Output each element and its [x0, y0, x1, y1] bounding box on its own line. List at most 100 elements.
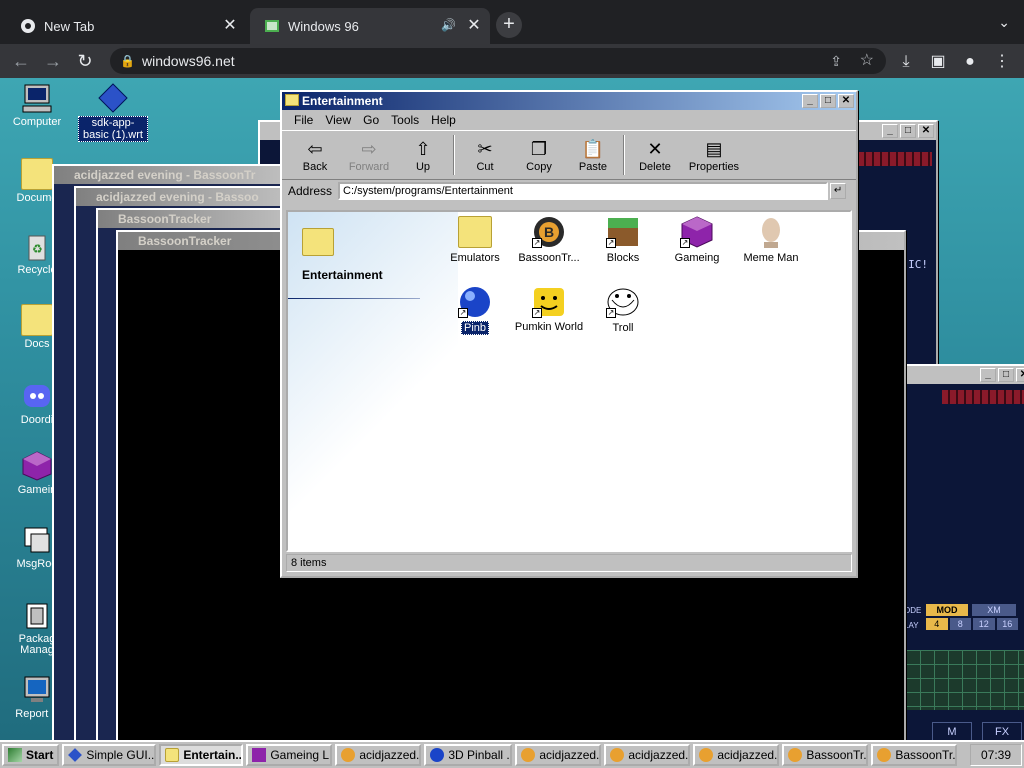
purple-cube-icon: ↗ — [680, 216, 714, 248]
back-arrow-icon[interactable]: ← — [10, 50, 32, 72]
menu-tools[interactable]: Tools — [385, 113, 425, 127]
windows96-logo-icon — [8, 748, 22, 762]
copy-button[interactable]: ❐ Copy — [512, 137, 566, 173]
taskbar-item-bassoontracker-1[interactable]: BassoonTr... — [782, 744, 869, 766]
folder-icon — [302, 228, 334, 256]
minimize-button[interactable]: _ — [802, 94, 818, 108]
taskbar-item-acidjazzed-1[interactable]: acidjazzed... — [335, 744, 422, 766]
back-button[interactable]: ⇦ Back — [288, 137, 342, 173]
taskbar-item-acidjazzed-4[interactable]: acidjazzed... — [693, 744, 780, 766]
minimize-button[interactable]: _ — [980, 368, 996, 382]
address-bar[interactable]: 🔒 windows96.net ⇪ ☆ — [110, 48, 886, 74]
profile-icon[interactable]: ● — [960, 52, 980, 72]
bassoon-icon — [877, 748, 892, 762]
item-gameing[interactable]: ↗ Gameing — [662, 216, 732, 264]
maximize-button[interactable]: □ — [820, 94, 836, 108]
item-emulators[interactable]: Emulators — [440, 216, 510, 264]
forward-button[interactable]: ⇨ Forward — [342, 137, 396, 173]
chevron-down-icon[interactable]: ⌄ — [998, 14, 1010, 31]
delete-button[interactable]: ✕ Delete — [628, 137, 682, 173]
forward-arrow-icon[interactable]: → — [42, 50, 64, 72]
address-input[interactable]: C:/system/programs/Entertainment — [338, 182, 829, 200]
new-tab-button[interactable]: + — [496, 12, 522, 38]
up-button[interactable]: ⇧ Up — [396, 137, 450, 173]
trollface-icon: ↗ — [606, 286, 640, 318]
folder-info-pane: Entertainment — [288, 212, 458, 550]
tab-new-tab[interactable]: New Tab ✕ — [6, 8, 246, 44]
windows96-favicon — [264, 18, 280, 34]
close-button[interactable]: ✕ — [1016, 368, 1024, 382]
explorer-window[interactable]: Entertainment _ □ ✕ File View Go Tools H… — [280, 90, 858, 578]
share-icon[interactable]: ⇪ — [830, 48, 842, 74]
item-pinball[interactable]: ↗ Pinb — [440, 286, 510, 335]
reload-icon[interactable]: ↻ — [74, 50, 96, 72]
taskbar-clock: 07:39 — [970, 744, 1022, 766]
close-button[interactable]: ✕ — [918, 124, 934, 138]
menu-file[interactable]: File — [288, 113, 319, 127]
paste-button[interactable]: 📋 Paste — [566, 137, 620, 173]
package-icon — [21, 600, 53, 632]
chrome-icon — [20, 18, 36, 34]
computer-icon — [21, 82, 53, 114]
browser-toolbar: ← → ↻ 🔒 windows96.net ⇪ ☆ ⤓ ▣ ● ⋮ — [0, 44, 1024, 78]
explorer-content: Entertainment Emulators B ↗ BassoonTr... … — [286, 210, 852, 552]
vu-meter — [942, 390, 1024, 404]
start-button[interactable]: Start — [2, 744, 60, 766]
taskbar-item-3d-pinball[interactable]: 3D Pinball ... — [424, 744, 513, 766]
channel-count-row: 4 8 12 16 — [926, 618, 1018, 630]
tab-windows96[interactable]: Windows 96 🔊 ✕ — [250, 8, 490, 44]
desktop-icon-computer[interactable]: Computer — [2, 82, 72, 128]
bassoon-icon — [788, 748, 803, 762]
cut-button[interactable]: ✂ Cut — [458, 137, 512, 173]
taskbar-item-entertainment[interactable]: Entertain... — [159, 744, 244, 766]
folder-icon — [458, 216, 492, 248]
speaker-icon[interactable]: 🔊 — [441, 18, 456, 32]
lock-icon: 🔒 — [120, 54, 135, 68]
item-troll[interactable]: ↗ Troll — [588, 286, 658, 334]
explorer-menubar: File View Go Tools Help — [282, 110, 856, 130]
monitor-icon — [21, 674, 53, 706]
bassoon-tracker-window-right[interactable]: _ □ ✕ ODE MOD XM LAY 4 8 12 16 M FX — [900, 364, 1024, 740]
url-text: windows96.net — [142, 53, 235, 69]
grass-block-icon: ↗ — [606, 216, 640, 248]
bassoon-icon: B ↗ — [532, 216, 566, 248]
menu-help[interactable]: Help — [425, 113, 462, 127]
svg-text:♻: ♻ — [32, 242, 43, 256]
bassoon-icon — [341, 748, 356, 762]
sidepanel-icon[interactable]: ▣ — [928, 52, 948, 72]
taskbar-item-simple-gui[interactable]: Simple GUI... — [62, 744, 157, 766]
back-arrow-icon: ⇦ — [307, 139, 323, 159]
explorer-toolbar: ⇦ Back ⇨ Forward ⇧ Up ✂ Cut ❐ Copy 📋 Paste ✕ De… — [282, 130, 856, 180]
bassoon-icon — [610, 748, 625, 762]
maximize-button[interactable]: □ — [900, 124, 916, 138]
close-tab-icon[interactable]: ✕ — [466, 18, 482, 34]
close-tab-icon[interactable]: ✕ — [222, 18, 238, 34]
taskbar-item-acidjazzed-3[interactable]: acidjazzed... — [604, 744, 691, 766]
item-bassoontracker[interactable]: B ↗ BassoonTr... — [514, 216, 584, 264]
folder-icon — [165, 748, 180, 762]
minimize-button[interactable]: _ — [882, 124, 898, 138]
download-icon[interactable]: ⤓ — [896, 52, 916, 72]
menu-view[interactable]: View — [319, 113, 357, 127]
properties-button[interactable]: ▤ Properties — [682, 137, 746, 173]
item-blocks[interactable]: ↗ Blocks — [588, 216, 658, 264]
forward-arrow-icon: ⇨ — [361, 139, 377, 159]
maximize-button[interactable]: □ — [998, 368, 1014, 382]
item-pumkin-world[interactable]: ↗ Pumkin World — [514, 286, 584, 333]
taskbar-item-bassoontracker-2[interactable]: BassoonTr... — [871, 744, 958, 766]
clipboard-icon: 📋 — [581, 139, 605, 159]
taskbar-item-acidjazzed-2[interactable]: acidjazzed... — [515, 744, 602, 766]
properties-icon: ▤ — [705, 139, 723, 159]
diamond-file-icon — [97, 82, 129, 114]
kebab-menu-icon[interactable]: ⋮ — [992, 52, 1012, 72]
close-button[interactable]: ✕ — [838, 94, 854, 108]
folder-icon — [285, 94, 299, 106]
desktop-icon-sdk-file[interactable]: sdk-app-basic (1).wrt — [78, 82, 148, 142]
star-icon[interactable]: ☆ — [860, 48, 874, 74]
meme-man-icon — [754, 216, 788, 248]
item-meme-man[interactable]: Meme Man — [736, 216, 806, 264]
go-arrow-icon[interactable]: ↵ — [830, 183, 847, 199]
menu-go[interactable]: Go — [357, 113, 385, 127]
explorer-titlebar[interactable]: Entertainment _ □ ✕ — [282, 92, 856, 110]
taskbar-item-gameing[interactable]: Gameing L... — [246, 744, 333, 766]
